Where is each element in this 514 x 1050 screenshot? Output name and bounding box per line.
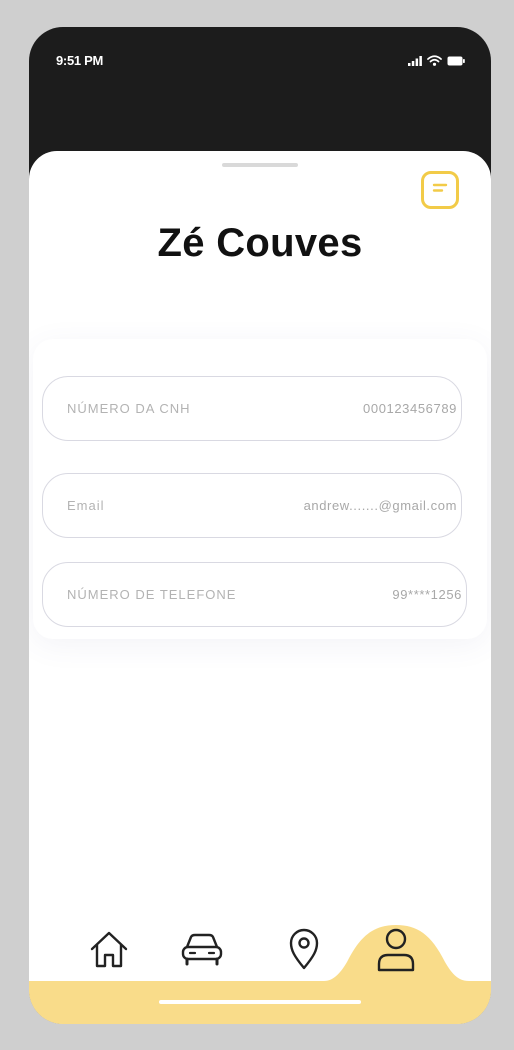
profile-sheet: Zé Couves NÚMERO DA CNH 000123456789 Ema… — [29, 151, 491, 1024]
info-panel: NÚMERO DA CNH 000123456789 Email andrew.… — [33, 339, 487, 639]
email-field-value: andrew.......@gmail.com — [303, 498, 457, 513]
wifi-icon — [427, 53, 442, 71]
nav-location-button[interactable] — [281, 926, 327, 976]
nav-profile-button[interactable] — [373, 926, 419, 976]
cnh-field-value: 000123456789 — [363, 401, 457, 416]
cnh-field-label: NÚMERO DA CNH — [67, 401, 191, 416]
status-time: 9:51 PM — [56, 53, 104, 68]
phone-field-label: NÚMERO DE TELEFONE — [67, 587, 237, 602]
car-icon — [179, 930, 225, 973]
home-icon — [88, 928, 130, 975]
cnh-field[interactable]: NÚMERO DA CNH 000123456789 — [42, 376, 462, 441]
battery-icon — [447, 53, 465, 71]
nav-car-button[interactable] — [179, 926, 225, 976]
home-indicator[interactable] — [159, 1000, 361, 1004]
location-pin-icon — [287, 927, 321, 976]
phone-field-value: 99****1256 — [392, 587, 462, 602]
email-field-label: Email — [67, 498, 105, 513]
phone-frame: 9:51 PM Zé Couves NÚMERO DA CNH 00012345… — [29, 27, 491, 1024]
status-icons — [408, 53, 465, 71]
note-icon — [429, 179, 451, 202]
sheet-grabber[interactable] — [222, 163, 298, 167]
nav-home-button[interactable] — [86, 926, 132, 976]
phone-field[interactable]: NÚMERO DE TELEFONE 99****1256 — [42, 562, 467, 627]
email-field[interactable]: Email andrew.......@gmail.com — [42, 473, 462, 538]
note-button[interactable] — [421, 171, 459, 209]
profile-name: Zé Couves — [157, 221, 363, 265]
cellular-signal-icon — [408, 53, 422, 71]
bottom-nav-bar — [29, 922, 491, 1024]
status-bar: 9:51 PM — [29, 27, 491, 87]
user-icon — [374, 926, 418, 977]
